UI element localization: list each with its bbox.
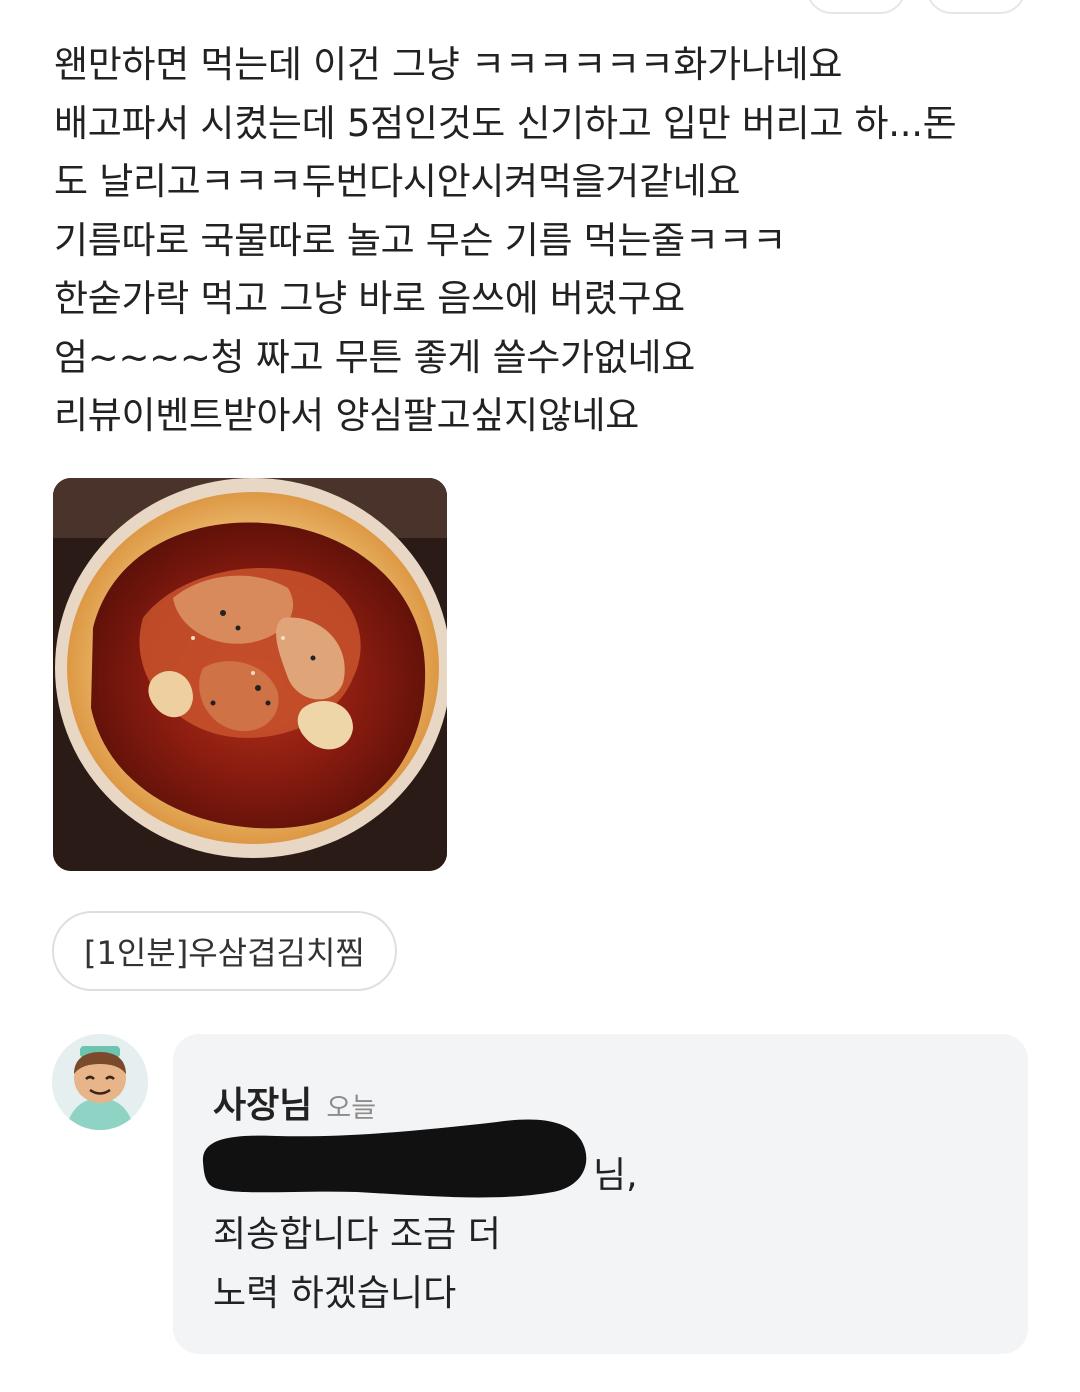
review-line: 한숟가락 먹고 그냥 바로 음쓰에 버렸구요 [54,277,685,320]
owner-avatar-icon [52,1034,148,1130]
review-line: 배고파서 시켰는데 5점인것도 신기하고 입만 버리고 하...돈 [54,101,957,145]
review-line: 도 날리고ㅋㅋㅋ두번다시안시켜먹을거같네요 [54,160,741,203]
review-text: 왠만하면 먹는데 이건 그냥 ㅋㅋㅋㅋㅋㅋ화가나네요 배고파서 시켰는데 5점인… [54,36,1054,446]
food-photo-icon [53,478,447,871]
top-action-pill-right[interactable] [926,0,1026,14]
owner-reply-box: 사장님 오늘 님, 죄송합니다 조금 더 노력 하겠습니다 [173,1034,1028,1354]
top-action-pill-left[interactable] [806,0,906,14]
redaction-mark [202,1119,587,1198]
review-line: 왠만하면 먹는데 이건 그냥 ㅋㅋㅋㅋㅋㅋ화가나네요 [54,43,843,86]
review-line: 리뷰이벤트받아서 양심팔고싶지않네요 [54,394,640,437]
review-photo[interactable] [53,478,447,871]
menu-item-chip[interactable]: [1인분]우삼겹김치찜 [52,911,397,991]
review-line: 기름따로 국물따로 놀고 무슨 기름 먹는줄ㅋㅋㅋ [54,218,787,262]
reply-line: 노력 하겠습니다 [213,1273,457,1314]
review-line: 엄~~~~청 짜고 무튼 좋게 쓸수가없네요 [54,335,696,379]
reply-line: 죄송합니다 조금 더 [213,1214,501,1255]
